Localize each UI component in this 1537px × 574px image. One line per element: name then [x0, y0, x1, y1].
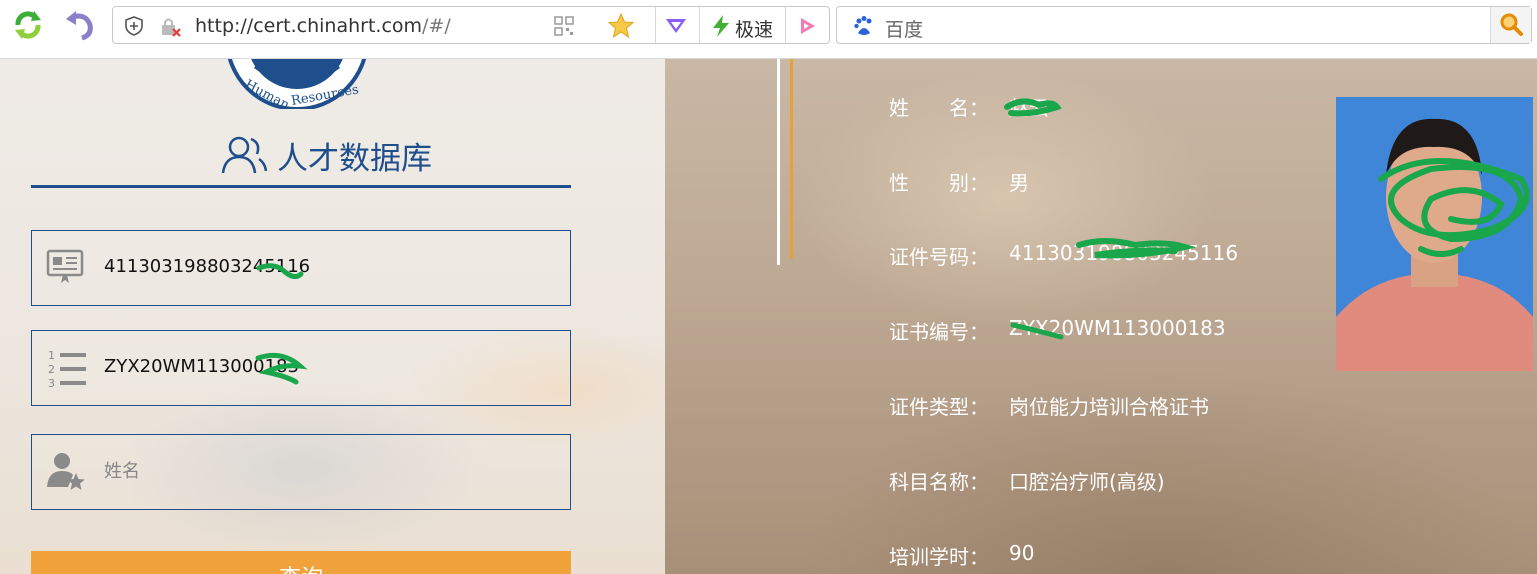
undo-close-tab-icon[interactable]	[62, 7, 98, 43]
chinahrt-logo: Human Resources	[222, 59, 372, 113]
qrcode-icon[interactable]	[553, 15, 575, 41]
search-box[interactable]: 百度	[836, 6, 1532, 44]
info-label: 证件号码：	[889, 245, 989, 269]
id-number-value: 411303198803245116	[104, 256, 311, 277]
svg-text:2: 2	[48, 363, 55, 376]
id-card-icon	[46, 247, 84, 289]
play-icon[interactable]	[797, 16, 817, 40]
divider	[785, 7, 786, 43]
info-value: 411303198803245116	[1009, 241, 1239, 265]
numbered-list-icon: 1 2 3	[46, 347, 88, 393]
url-text: http://cert.chinahrt.com/#/	[195, 15, 451, 37]
divider	[699, 7, 700, 43]
name-field[interactable]	[31, 434, 571, 510]
favorite-star-icon[interactable]	[607, 12, 635, 44]
users-icon	[221, 135, 268, 179]
info-label: 培训学时：	[889, 545, 989, 569]
browser-toolbar: http://cert.chinahrt.com/#/ 极速 百度	[0, 0, 1537, 59]
id-number-field[interactable]: 411303198803245116	[31, 230, 571, 306]
info-value: 男	[1009, 171, 1029, 195]
info-label: 证书编号：	[889, 320, 989, 344]
holder-photo	[1336, 97, 1533, 371]
shield-icon[interactable]	[123, 15, 145, 41]
info-label: 证件类型：	[889, 395, 989, 419]
divider	[655, 7, 656, 43]
info-label: 姓 名：	[889, 96, 989, 120]
name-input[interactable]	[104, 455, 544, 487]
svg-text:3: 3	[48, 377, 55, 389]
address-bar[interactable]: http://cert.chinahrt.com/#/ 极速	[112, 6, 830, 44]
url-host: http://cert.chinahrt.com	[195, 15, 423, 37]
magnifier-icon	[1500, 13, 1523, 36]
info-value: 口腔治疗师(高级)	[1009, 470, 1165, 494]
search-button[interactable]	[1490, 7, 1531, 43]
database-title-bar: 人才数据库	[31, 125, 571, 188]
baidu-paw-icon	[853, 15, 875, 41]
result-panel: 姓 名： 赵云 性 别： 男 证件号码： 411303198803245116 …	[665, 59, 1537, 574]
decorative-line-orange	[790, 59, 793, 259]
user-star-icon	[46, 451, 86, 495]
info-value: ZYX20WM113000183	[1009, 316, 1226, 340]
info-value: 赵云	[1009, 96, 1049, 120]
svg-text:1: 1	[48, 349, 55, 362]
insecure-lock-icon[interactable]	[159, 16, 183, 42]
certificate-number-value: ZYX20WM113000183	[104, 356, 299, 377]
info-value: 岗位能力培训合格证书	[1009, 395, 1209, 419]
page-title: 人才数据库	[277, 141, 432, 177]
info-label: 性 别：	[889, 171, 989, 195]
query-button[interactable]: 查询	[31, 551, 571, 574]
refresh-icon[interactable]	[10, 7, 46, 43]
certificate-number-field[interactable]: 1 2 3 ZYX20WM113000183	[31, 330, 571, 406]
search-placeholder: 百度	[885, 19, 924, 41]
lightning-icon[interactable]	[710, 14, 732, 42]
info-value: 90	[1009, 541, 1035, 565]
query-panel: Human Resources 人才数据库 411303198803245116	[0, 59, 665, 574]
url-path: /#/	[422, 15, 451, 37]
decorative-line-white	[777, 59, 780, 265]
info-label: 科目名称：	[889, 470, 989, 494]
speed-mode-label[interactable]: 极速	[735, 15, 773, 42]
extension-v-icon[interactable]	[665, 17, 687, 39]
